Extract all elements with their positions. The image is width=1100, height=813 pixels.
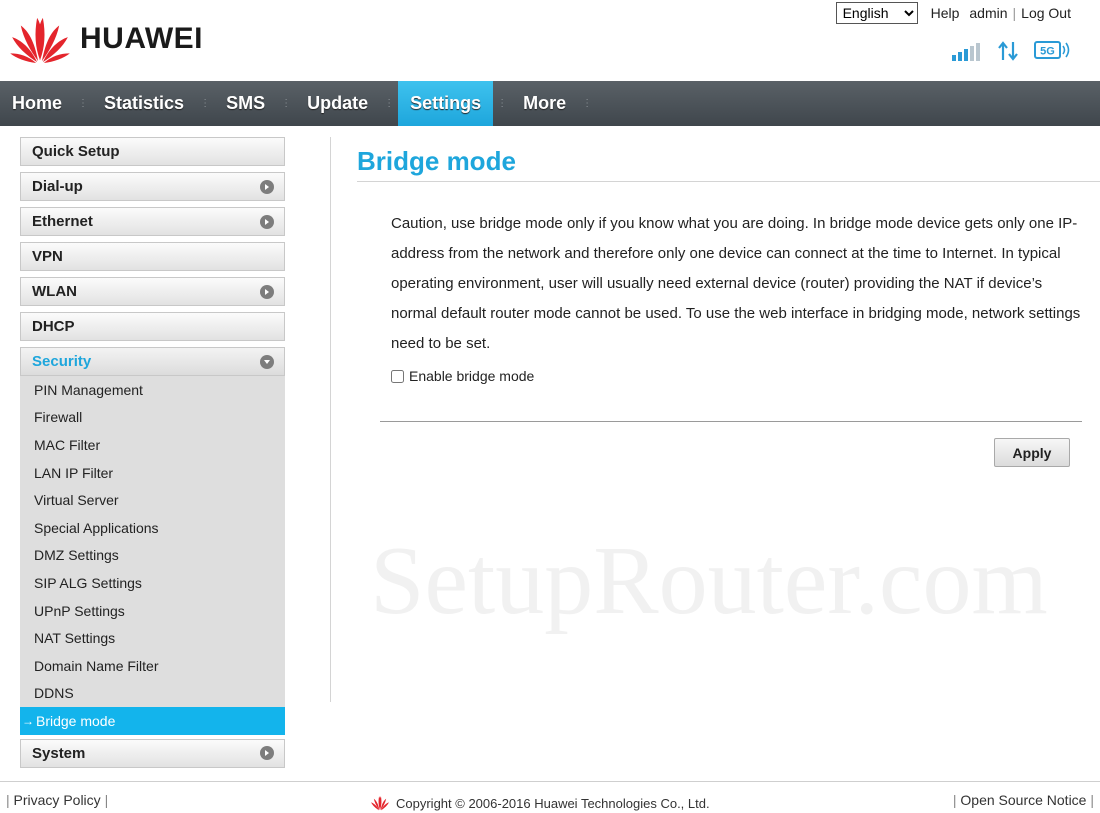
nav-separator: ⋮ [281, 98, 292, 109]
nav-home[interactable]: Home [0, 81, 74, 126]
footer-separator: | [1090, 792, 1094, 808]
submenu-item-bridge-mode[interactable]: → Bridge mode [20, 707, 285, 735]
huawei-logo: HUAWEI [8, 14, 203, 64]
arrow-right-icon: → [22, 713, 34, 728]
submenu-item-dmz-settings[interactable]: DMZ Settings [20, 542, 285, 570]
submenu-item-lan-ip-filter[interactable]: LAN IP Filter [20, 459, 285, 487]
nav-separator: ⋮ [200, 98, 211, 109]
network-type-icon: 5G [1034, 41, 1070, 59]
sidebar-item-quick-setup[interactable]: Quick Setup [20, 137, 285, 166]
network-type-label: 5G [1040, 46, 1055, 58]
enable-bridge-mode-checkbox[interactable] [391, 369, 404, 383]
huawei-flower-icon [10, 17, 70, 64]
nav-settings[interactable]: Settings [398, 81, 494, 126]
nav-separator: ⋮ [582, 98, 593, 109]
brand-name: HUAWEI [80, 22, 203, 55]
nav-separator: ⋮ [78, 98, 89, 109]
sidebar-item-system[interactable]: System [20, 738, 285, 768]
security-submenu: PIN Management Firewall MAC Filter LAN I… [20, 376, 285, 735]
sidebar-item-wlan[interactable]: WLAN [20, 277, 285, 306]
main-nav: Home ⋮ Statistics ⋮ SMS ⋮ Update ⋮ Setti… [0, 81, 1100, 126]
footer-separator: | [104, 792, 109, 808]
top-links: English Help admin | Log Out [835, 2, 1076, 24]
submenu-item-sip-alg-settings[interactable]: SIP ALG Settings [20, 569, 285, 597]
sidebar-item-label: Security [32, 353, 92, 370]
submenu-item-special-applications[interactable]: Special Applications [20, 514, 285, 542]
apply-button[interactable]: Apply [994, 438, 1070, 467]
page-title: Bridge mode [357, 146, 516, 176]
privacy-policy-link[interactable]: Privacy Policy [14, 792, 101, 808]
sidebar-item-label: VPN [32, 248, 63, 265]
submenu-item-pin-management[interactable]: PIN Management [20, 376, 285, 404]
submenu-item-ddns[interactable]: DDNS [20, 680, 285, 708]
sidebar-item-label: Ethernet [32, 213, 93, 230]
language-select[interactable]: English [835, 2, 918, 24]
footer-separator: | [952, 792, 957, 808]
watermark: SetupRouter.com [370, 527, 1048, 635]
nav-more[interactable]: More [511, 81, 578, 126]
submenu-item-label: Bridge mode [36, 712, 116, 729]
user-link[interactable]: admin [964, 5, 1012, 21]
bridge-mode-description: Caution, use bridge mode only if you kno… [391, 215, 1081, 352]
nav-update[interactable]: Update [295, 81, 380, 126]
footer-separator: | [6, 792, 10, 808]
enable-bridge-mode-row[interactable]: Enable bridge mode [391, 368, 534, 384]
settings-sidebar: Quick Setup Dial-up Ethernet VPN WLAN DH… [20, 137, 285, 774]
footer-divider [0, 781, 1100, 782]
sidebar-item-label: DHCP [32, 318, 75, 335]
submenu-item-nat-settings[interactable]: NAT Settings [20, 624, 285, 652]
content-divider-line [380, 421, 1082, 422]
header: HUAWEI English Help admin | Log Out 5G [0, 0, 1100, 81]
submenu-item-domain-name-filter[interactable]: Domain Name Filter [20, 652, 285, 680]
status-icons: 5G [952, 40, 1070, 62]
footer-left: | Privacy Policy | [6, 792, 108, 808]
sidebar-item-dial-up[interactable]: Dial-up [20, 172, 285, 201]
footer-right: | Open Source Notice | [953, 792, 1094, 808]
chevron-right-icon [260, 179, 274, 194]
submenu-item-upnp-settings[interactable]: UPnP Settings [20, 597, 285, 625]
up-down-arrows-icon [998, 41, 1018, 61]
logout-link[interactable]: Log Out [1016, 5, 1076, 21]
nav-statistics[interactable]: Statistics [92, 81, 196, 126]
sidebar-item-label: Dial-up [32, 178, 83, 195]
submenu-item-virtual-server[interactable]: Virtual Server [20, 486, 285, 514]
enable-bridge-mode-label: Enable bridge mode [409, 368, 535, 384]
chevron-right-icon [260, 214, 274, 229]
footer-copyright: Copyright © 2006-2016 Huawei Technologie… [370, 795, 710, 811]
copyright-text: Copyright © 2006-2016 Huawei Technologie… [396, 795, 710, 811]
help-link[interactable]: Help [926, 5, 965, 21]
title-divider [357, 181, 1100, 182]
sidebar-item-ethernet[interactable]: Ethernet [20, 207, 285, 236]
signal-bars-icon [952, 43, 980, 61]
sidebar-item-label: Quick Setup [32, 143, 120, 160]
nav-separator: ⋮ [384, 98, 395, 109]
sidebar-item-security[interactable]: Security [20, 347, 285, 376]
huawei-small-logo-icon [371, 796, 389, 811]
open-source-notice-link[interactable]: Open Source Notice [960, 792, 1086, 808]
sidebar-item-label: System [32, 744, 86, 762]
chevron-right-icon [260, 746, 274, 761]
submenu-item-mac-filter[interactable]: MAC Filter [20, 431, 285, 459]
sidebar-item-dhcp[interactable]: DHCP [20, 312, 285, 341]
nav-separator: ⋮ [497, 98, 508, 109]
sidebar-item-label: WLAN [32, 283, 77, 300]
chevron-right-icon [260, 284, 274, 299]
sidebar-item-vpn[interactable]: VPN [20, 242, 285, 271]
content-divider [330, 137, 331, 702]
chevron-down-icon [260, 354, 274, 369]
nav-sms[interactable]: SMS [214, 81, 277, 126]
submenu-item-firewall[interactable]: Firewall [20, 404, 285, 432]
